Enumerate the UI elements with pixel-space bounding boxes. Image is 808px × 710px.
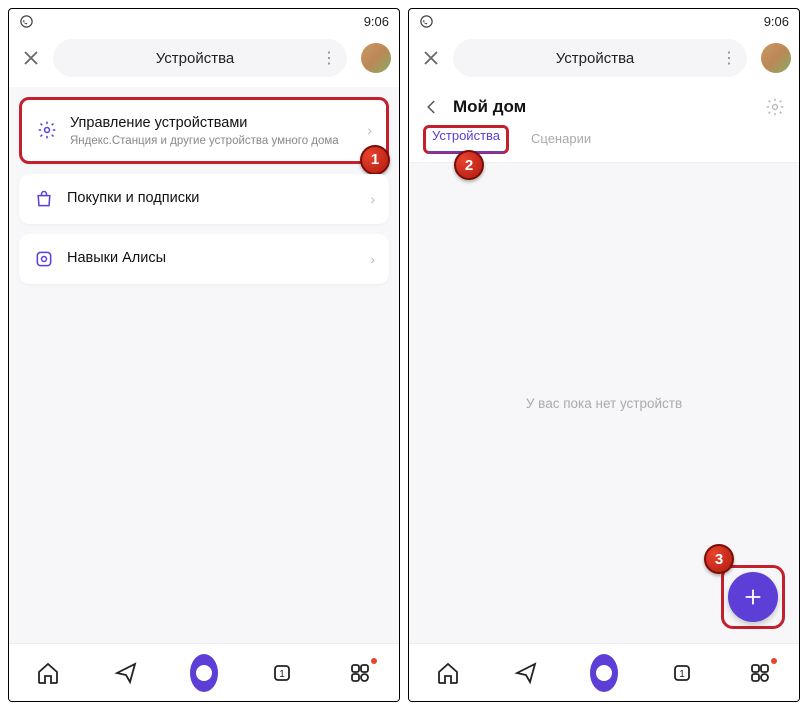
back-button[interactable] <box>423 98 443 116</box>
fab-highlight: 3 <box>721 565 785 629</box>
chevron-right-icon: › <box>370 191 375 207</box>
status-time: 9:06 <box>764 14 789 29</box>
more-icon[interactable]: ⋮ <box>721 48 737 68</box>
step-badge-1: 1 <box>360 145 390 175</box>
svg-text:1: 1 <box>279 669 285 680</box>
step-badge-2: 2 <box>454 150 484 180</box>
tab-devices[interactable]: Устройства <box>428 122 504 153</box>
settings-gear-icon[interactable] <box>765 97 785 117</box>
whatsapp-icon <box>419 14 434 29</box>
page-title: Устройства <box>69 50 321 67</box>
header: Устройства ⋮ <box>9 33 399 87</box>
notification-dot <box>771 658 777 664</box>
alice-skills-card[interactable]: Навыки Алисы › <box>19 234 389 284</box>
nav-send[interactable] <box>512 659 540 687</box>
svg-text:1: 1 <box>679 669 685 680</box>
bag-icon <box>33 188 55 210</box>
header: Устройства ⋮ <box>409 33 799 87</box>
notification-dot <box>371 658 377 664</box>
sub-header: Мой дом <box>409 87 799 125</box>
close-button[interactable] <box>417 44 445 72</box>
gear-icon <box>36 119 58 141</box>
tab-devices-highlight: Устройства 2 <box>423 125 509 154</box>
status-time: 9:06 <box>364 14 389 29</box>
nav-alice[interactable] <box>590 659 618 687</box>
nav-home[interactable] <box>434 659 462 687</box>
nav-alice[interactable] <box>190 659 218 687</box>
nav-home[interactable] <box>34 659 62 687</box>
chevron-right-icon: › <box>367 122 372 138</box>
add-device-fab[interactable] <box>728 572 778 622</box>
content-area: Управление устройствами Яндекс.Станция и… <box>9 87 399 643</box>
manage-devices-card[interactable]: Управление устройствами Яндекс.Станция и… <box>19 97 389 164</box>
nav-apps[interactable] <box>346 659 374 687</box>
status-bar: 9:06 <box>409 9 799 33</box>
avatar[interactable] <box>761 43 791 73</box>
card-title: Покупки и подписки <box>67 189 358 208</box>
more-icon[interactable]: ⋮ <box>321 48 337 68</box>
tabs: Устройства 2 Сценарии <box>409 125 799 163</box>
nav-tabs[interactable]: 1 <box>268 659 296 687</box>
screen-1: 9:06 Устройства ⋮ Управление устройствам… <box>8 8 400 702</box>
content-area: Мой дом Устройства 2 Сценарии У вас пока… <box>409 87 799 643</box>
title-pill[interactable]: Устройства ⋮ <box>53 39 347 77</box>
card-title: Навыки Алисы <box>67 249 358 268</box>
card-text: Покупки и подписки <box>67 189 358 208</box>
chevron-right-icon: › <box>370 251 375 267</box>
avatar[interactable] <box>361 43 391 73</box>
tab-scenarios[interactable]: Сценарии <box>527 125 595 154</box>
status-bar: 9:06 <box>9 9 399 33</box>
card-text: Управление устройствами Яндекс.Станция и… <box>70 114 355 147</box>
skills-icon <box>33 248 55 270</box>
nav-apps[interactable] <box>746 659 774 687</box>
home-title: Мой дом <box>453 97 755 117</box>
bottom-nav: 1 <box>409 643 799 701</box>
page-title: Устройства <box>469 50 721 67</box>
empty-text: У вас пока нет устройств <box>526 396 682 411</box>
title-pill[interactable]: Устройства ⋮ <box>453 39 747 77</box>
close-button[interactable] <box>17 44 45 72</box>
nav-tabs[interactable]: 1 <box>668 659 696 687</box>
card-text: Навыки Алисы <box>67 249 358 268</box>
card-title: Управление устройствами <box>70 114 355 133</box>
purchases-card[interactable]: Покупки и подписки › <box>19 174 389 224</box>
bottom-nav: 1 <box>9 643 399 701</box>
whatsapp-icon <box>19 14 34 29</box>
nav-send[interactable] <box>112 659 140 687</box>
step-badge-3: 3 <box>704 544 734 574</box>
card-subtitle: Яндекс.Станция и другие устройства умног… <box>70 135 355 147</box>
screen-2: 9:06 Устройства ⋮ Мой дом Устрой <box>408 8 800 702</box>
